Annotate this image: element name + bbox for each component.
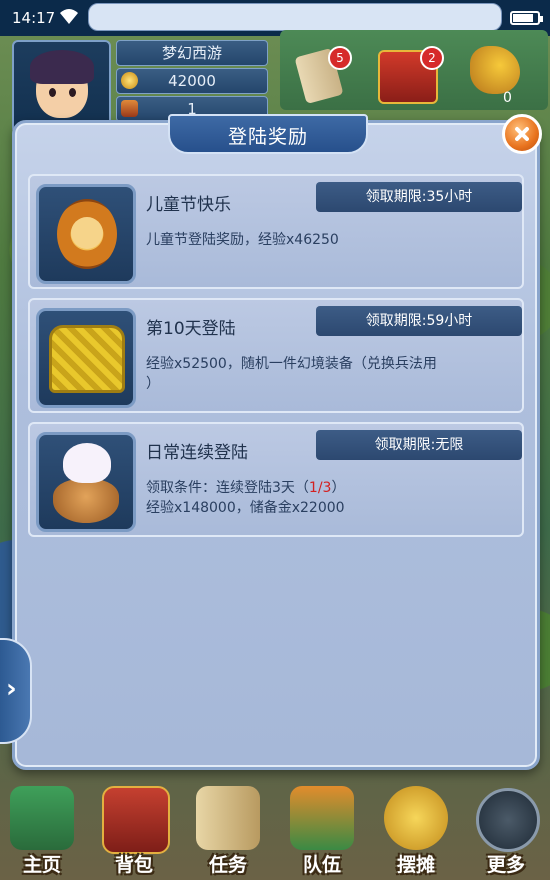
lion-icon: [57, 199, 117, 269]
item-name: 日常连续登陆: [146, 443, 248, 463]
chevron-right-icon: ›: [6, 674, 17, 704]
deadline-badge: 领取期限:无限: [316, 430, 522, 460]
reward-item-day10[interactable]: 第10天登陆 领取期限:59小时 经验x52500，随机一件幻境装备（兑换兵法用…: [28, 298, 524, 413]
pavilion-icon: [10, 786, 74, 850]
golden-chest-icon: [49, 325, 125, 393]
url-bar[interactable]: [88, 3, 502, 31]
item-desc-line: 经验x52500，随机一件幻境装备（兑换兵法用: [146, 356, 437, 372]
nav-label: 任务: [208, 854, 247, 876]
chest-badge: 2: [420, 46, 444, 70]
nav-bag[interactable]: 背包: [92, 776, 176, 880]
item-icon-frame: [36, 184, 136, 284]
item-icon-frame: [36, 432, 136, 532]
close-button[interactable]: [502, 114, 542, 154]
bottom-nav: 主页 背包 任务 队伍 摆摊 更多: [0, 776, 550, 880]
nav-quest[interactable]: 任务: [186, 776, 270, 880]
item-desc-line: 经验x148000，储备金x22000: [146, 500, 345, 516]
player-name: 梦幻西游: [116, 40, 268, 66]
gold-display: 42000: [116, 68, 268, 94]
avatar-eye: [49, 88, 56, 97]
nav-team[interactable]: 队伍: [280, 776, 364, 880]
deadline-badge: 领取期限:35小时: [316, 182, 522, 212]
avatar-hair: [30, 50, 94, 84]
wifi-icon: [60, 9, 78, 24]
nav-label: 更多: [486, 854, 525, 876]
nav-home[interactable]: 主页: [0, 776, 84, 880]
bag-icon: [121, 100, 138, 117]
avatar-eye: [69, 88, 76, 97]
dialog-title-tab: 登陆奖励: [168, 114, 368, 154]
condition-prefix: 领取条件：连续登陆3天（: [146, 480, 309, 496]
reward-item-daily-streak[interactable]: 日常连续登陆 领取期限:无限 领取条件：连续登陆3天（1/3） 经验x14800…: [28, 422, 524, 537]
condition-suffix: ）: [331, 480, 346, 496]
deadline-badge: 领取期限:59小时: [316, 306, 522, 336]
item-icon-frame: [36, 308, 136, 408]
nav-stall[interactable]: 摆摊: [374, 776, 458, 880]
axe-count: 0: [503, 90, 512, 106]
item-condition: 领取条件：连续登陆3天（1/3）: [146, 478, 516, 498]
nav-label: 队伍: [302, 854, 341, 876]
side-expand-button[interactable]: ›: [0, 638, 32, 744]
battery-icon: [510, 11, 543, 25]
axe-icon[interactable]: [470, 46, 520, 94]
item-name: 第10天登陆: [146, 319, 236, 339]
coin-icon: [121, 72, 138, 89]
cat-icon: [63, 443, 111, 483]
battery-fill: [513, 14, 533, 22]
nav-more[interactable]: 更多: [464, 776, 548, 880]
nav-label: 摆摊: [396, 854, 435, 876]
dialog-title: 登陆奖励: [227, 126, 308, 148]
item-desc-line: ）: [146, 376, 160, 392]
sack-icon: [53, 479, 119, 523]
lion-face: [71, 217, 103, 249]
item-description: 儿童节登陆奖励，经验x46250: [146, 230, 516, 250]
quest-scroll-icon: [196, 786, 260, 850]
item-desc-line: 儿童节登陆奖励，经验x46250: [146, 232, 339, 248]
backpack-icon: [102, 786, 170, 854]
item-description: 领取条件：连续登陆3天（1/3） 经验x148000，储备金x22000: [146, 478, 516, 518]
nav-label: 背包: [114, 854, 153, 876]
coin-stall-icon: [384, 786, 448, 850]
gold-value: 42000: [168, 72, 216, 90]
condition-progress: 1/3: [308, 480, 332, 496]
item-name: 儿童节快乐: [146, 195, 231, 215]
nav-label: 主页: [22, 854, 61, 876]
scroll-badge: 5: [328, 46, 352, 70]
reward-item-childrens-day[interactable]: 儿童节快乐 领取期限:35小时 儿童节登陆奖励，经验x46250: [28, 174, 524, 289]
item-description: 经验x52500，随机一件幻境装备（兑换兵法用 ）: [146, 354, 516, 394]
status-time: 14:17: [12, 9, 56, 27]
team-icon: [290, 786, 354, 850]
more-icon: [476, 788, 540, 852]
